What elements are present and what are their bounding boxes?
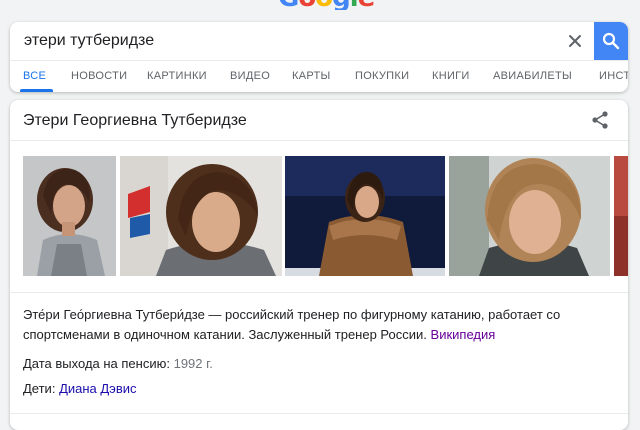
tab-all[interactable]: ВСЕ <box>23 70 46 82</box>
fact-retirement: Дата выхода на пенсию: 1992 г. <box>23 356 213 371</box>
fact-value: 1992 г. <box>173 356 213 371</box>
tab-flights[interactable]: АВИАБИЛЕТЫ <box>493 70 572 82</box>
logo-letter: G <box>278 0 299 10</box>
clear-icon <box>569 35 581 47</box>
tab-news[interactable]: НОВОСТИ <box>71 70 127 82</box>
photo-1[interactable] <box>23 156 116 276</box>
fact-children: Дети: Диана Дэвис <box>23 381 137 396</box>
tab-books[interactable]: КНИГИ <box>432 70 470 82</box>
kp-title: Этери Георгиевна Тутберидзе <box>23 112 247 129</box>
tab-shopping[interactable]: ПОКУПКИ <box>355 70 409 82</box>
photo-2[interactable] <box>120 156 282 276</box>
photo-5[interactable] <box>614 156 628 276</box>
search-input[interactable]: этери тутберидзе <box>24 32 154 50</box>
tab-video[interactable]: ВИДЕО <box>230 70 270 82</box>
logo-letter: o <box>315 0 333 10</box>
fact-label: Дата выхода на пенсию: <box>23 356 170 371</box>
knowledge-panel: Этери Георгиевна Тутберидзе Эте́ри Гео́р… <box>10 100 628 430</box>
tab-instagram[interactable]: ИНСТ <box>599 70 628 82</box>
search-card: этери тутберидзе ВСЕ НОВОСТИ КАРТИНКИ ВИ… <box>10 22 628 92</box>
kp-description-block: Эте́ри Гео́ргиевна Тутбери́дзе — российс… <box>23 305 618 345</box>
tab-images[interactable]: КАРТИНКИ <box>147 70 207 82</box>
search-button[interactable] <box>594 22 628 60</box>
kp-divider <box>10 292 628 293</box>
portrait-image <box>449 156 610 276</box>
photo-3[interactable] <box>285 156 445 276</box>
logo-letter: o <box>298 0 316 10</box>
portrait-image <box>285 156 445 276</box>
logo-letter: e <box>358 0 376 10</box>
photo-4[interactable] <box>449 156 610 276</box>
kp-divider <box>10 413 628 414</box>
logo-letter: g <box>332 0 351 10</box>
tab-maps[interactable]: КАРТЫ <box>292 70 331 82</box>
search-icon <box>602 32 620 50</box>
active-tab-indicator <box>20 89 53 92</box>
google-logo[interactable]: Google <box>278 0 376 10</box>
kp-divider <box>10 140 628 141</box>
fact-value-link[interactable]: Диана Дэвис <box>59 381 136 396</box>
wikipedia-link[interactable]: Википедия <box>431 327 496 342</box>
logo-letter: l <box>350 0 359 10</box>
share-icon <box>592 111 608 129</box>
portrait-image <box>120 156 282 276</box>
fact-label: Дети: <box>23 381 56 396</box>
clear-button[interactable] <box>564 30 586 52</box>
share-button[interactable] <box>588 108 612 132</box>
logo-strip: Google <box>0 0 640 10</box>
portrait-image <box>23 156 116 276</box>
portrait-image <box>614 156 628 276</box>
search-row: этери тутберидзе <box>10 22 628 60</box>
search-tabs: ВСЕ НОВОСТИ КАРТИНКИ ВИДЕО КАРТЫ ПОКУПКИ… <box>10 61 628 92</box>
